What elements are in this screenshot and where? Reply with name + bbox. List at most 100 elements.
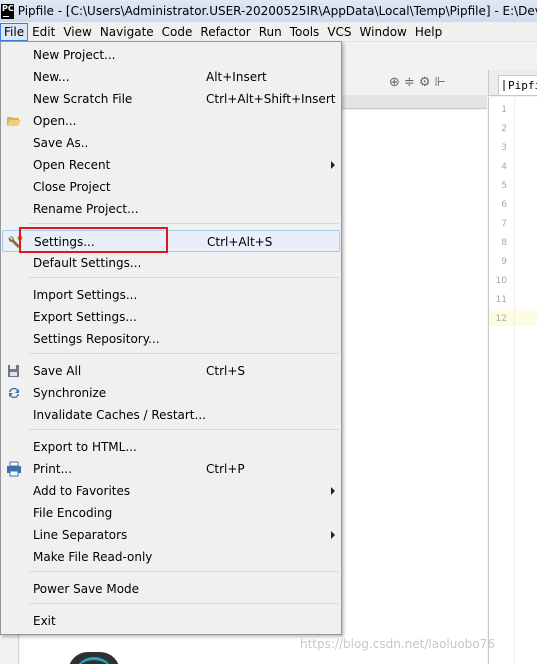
menu-view[interactable]: View (59, 23, 95, 41)
save-all-icon (8, 365, 19, 377)
line-number: 7 (501, 219, 507, 229)
line-number: 11 (495, 295, 507, 305)
menu-item-save-all[interactable]: Save All Ctrl+S (2, 360, 340, 382)
menu-help[interactable]: Help (411, 23, 446, 41)
submenu-arrow-icon (331, 531, 335, 539)
line-number: 10 (495, 276, 507, 286)
line-number: 9 (501, 257, 507, 267)
menu-item-label: Save All (33, 364, 82, 378)
menu-item-label: Open Recent (33, 158, 111, 172)
sync-icon (9, 387, 19, 399)
line-number: 8 (501, 238, 507, 248)
menu-item-add-to-favorites[interactable]: Add to Favorites (2, 480, 340, 502)
file-menu-dropdown: New Project... New... Alt+Insert New Scr… (0, 41, 342, 635)
title-bar: PC Pipfile - [C:\Users\Administrator.USE… (0, 0, 537, 22)
watermark: https://blog.csdn.net/laoluobo76 (300, 637, 495, 651)
menu-item-new-scratch-file[interactable]: New Scratch File Ctrl+Alt+Shift+Insert (2, 88, 340, 110)
menu-edit[interactable]: Edit (28, 23, 59, 41)
project-toolbar: ⊕ ≑ ⚙ ⊩ (341, 71, 487, 95)
menu-item-shortcut: Ctrl+S (206, 364, 246, 378)
menu-item-label: Default Settings... (33, 256, 142, 270)
panel-header (341, 95, 487, 109)
menu-bar: File Edit View Navigate Code Refactor Ru… (0, 22, 537, 42)
menu-vcs[interactable]: VCS (323, 23, 355, 41)
collapse-icon[interactable]: ≑ (404, 76, 415, 90)
menu-item-rename-project[interactable]: Rename Project... (2, 198, 340, 220)
menu-item-label: Rename Project... (33, 202, 139, 216)
menu-separator (29, 277, 339, 278)
menu-run[interactable]: Run (255, 23, 286, 41)
submenu-arrow-icon (331, 487, 335, 495)
menu-item-label: File Encoding (33, 506, 113, 520)
menu-file[interactable]: File (0, 22, 29, 41)
pin-icon[interactable]: ⊩ (434, 76, 445, 90)
menu-item-shortcut: Ctrl+Alt+Shift+Insert (206, 92, 336, 106)
menu-item-label: Add to Favorites (33, 484, 131, 498)
menu-item-make-read-only[interactable]: Make File Read-only (2, 546, 340, 568)
menu-separator (29, 223, 339, 224)
menu-item-label: New Scratch File (33, 92, 133, 106)
menu-item-label: Invalidate Caches / Restart... (33, 408, 206, 422)
menu-item-file-encoding[interactable]: File Encoding (2, 502, 340, 524)
menu-separator (29, 603, 339, 604)
printer-icon (7, 461, 21, 477)
menu-item-open-recent[interactable]: Open Recent (2, 154, 340, 176)
menu-item-label: Close Project (33, 180, 111, 194)
menu-item-label: Power Save Mode (33, 582, 140, 596)
menu-item-new[interactable]: New... Alt+Insert (2, 66, 340, 88)
menu-separator (29, 571, 339, 572)
annotation-highlight-box (19, 227, 168, 253)
line-number: 2 (501, 124, 507, 134)
menu-item-label: New Project... (33, 48, 116, 62)
line-number: 12 (495, 314, 507, 324)
menu-item-power-save-mode[interactable]: Power Save Mode (2, 578, 340, 600)
menu-item-label: Import Settings... (33, 288, 138, 302)
line-number: 6 (501, 200, 507, 210)
menu-item-default-settings[interactable]: Default Settings... (2, 252, 340, 274)
menu-item-label: Export to HTML... (33, 440, 137, 454)
menu-item-save-as[interactable]: Save As.. (2, 132, 340, 154)
folder-open-icon (7, 117, 21, 126)
menu-refactor[interactable]: Refactor (196, 23, 254, 41)
menu-item-shortcut: Ctrl+Alt+S (207, 235, 273, 249)
window-title: Pipfile - [C:\Users\Administrator.USER-2… (17, 4, 537, 18)
menu-item-open[interactable]: Open... (2, 110, 340, 132)
target-icon[interactable]: ⊕ (389, 76, 400, 90)
menu-item-label: Line Separators (33, 528, 128, 542)
menu-item-shortcut: Alt+Insert (206, 70, 267, 84)
menu-item-export-settings[interactable]: Export Settings... (2, 306, 340, 328)
menu-separator (29, 429, 339, 430)
menu-item-print[interactable]: Print... Ctrl+P (2, 458, 340, 480)
editor-tab-strip: Pipfile (488, 70, 537, 96)
editor-tab-label: Pipfile (508, 79, 537, 92)
menu-item-label: Settings Repository... (33, 332, 160, 346)
menu-separator (29, 353, 339, 354)
menu-item-close-project[interactable]: Close Project (2, 176, 340, 198)
menu-item-label: Open... (33, 114, 77, 128)
line-number: 3 (501, 143, 507, 153)
editor-gutter: 1 2 3 4 5 6 7 8 9 10 11 12 (488, 97, 537, 664)
menu-navigate[interactable]: Navigate (96, 23, 158, 41)
menu-item-label: Print... (33, 462, 73, 476)
menu-window[interactable]: Window (356, 23, 411, 41)
menu-item-label: Make File Read-only (33, 550, 153, 564)
menu-tools[interactable]: Tools (286, 23, 324, 41)
menu-item-line-separators[interactable]: Line Separators (2, 524, 340, 546)
editor-tab-pipfile[interactable]: Pipfile (498, 75, 537, 95)
menu-item-export-to-html[interactable]: Export to HTML... (2, 436, 340, 458)
menu-item-new-project[interactable]: New Project... (2, 44, 340, 66)
gear-icon[interactable]: ⚙ (419, 76, 431, 90)
line-number: 4 (501, 162, 507, 172)
gutter-divider (514, 97, 515, 664)
menu-item-settings-repository[interactable]: Settings Repository... (2, 328, 340, 350)
menu-item-label: Exit (33, 614, 56, 628)
menu-item-synchronize[interactable]: Synchronize (2, 382, 340, 404)
menu-item-import-settings[interactable]: Import Settings... (2, 284, 340, 306)
submenu-arrow-icon (331, 161, 335, 169)
menu-item-label: Synchronize (33, 386, 107, 400)
menu-item-label: Save As.. (33, 136, 89, 150)
menu-item-exit[interactable]: Exit (2, 610, 340, 632)
pycharm-logo-icon: PC (1, 3, 14, 19)
menu-item-invalidate-caches[interactable]: Invalidate Caches / Restart... (2, 404, 340, 426)
menu-code[interactable]: Code (158, 23, 197, 41)
